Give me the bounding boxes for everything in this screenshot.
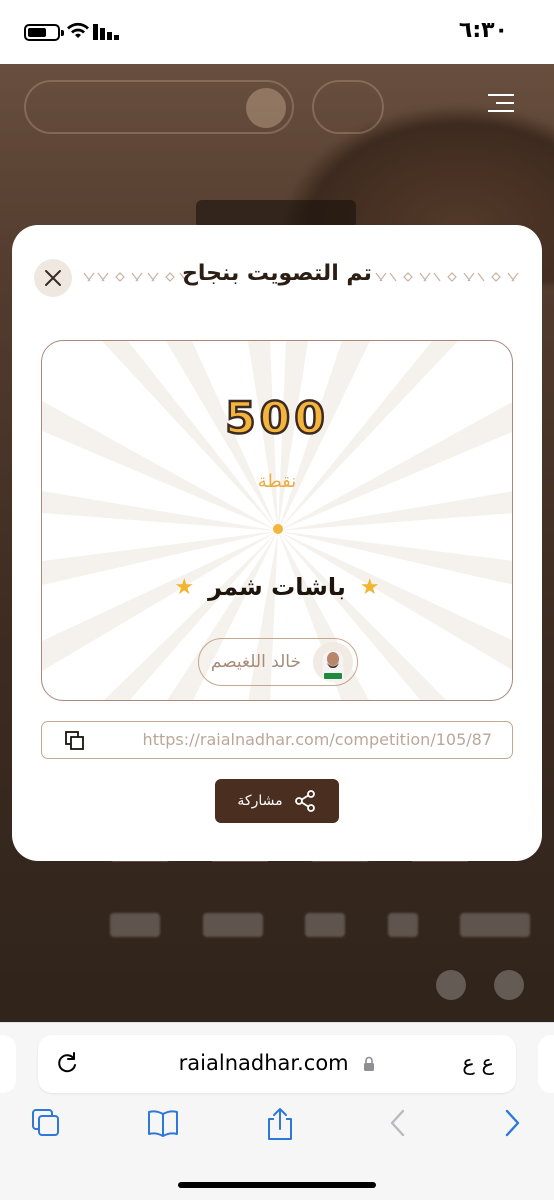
url-text: raialnadhar.com — [178, 1051, 349, 1075]
reader-options-button[interactable]: ع ع — [462, 1051, 494, 1075]
player-avatar-image — [313, 642, 353, 682]
forward-icon[interactable] — [502, 1107, 522, 1139]
browser-tools — [0, 1107, 554, 1147]
status-time: ٦:٣٠ — [458, 18, 508, 43]
share-icon — [294, 790, 315, 812]
ornament-right — [375, 272, 519, 282]
background-cart-button — [312, 80, 384, 134]
divider-dot — [273, 524, 283, 534]
star-icon: ★ — [174, 574, 195, 600]
hamburger-icon — [488, 94, 514, 118]
background-timer — [196, 200, 356, 228]
points-value: 500 — [224, 392, 329, 446]
lock-icon — [364, 1056, 375, 1071]
player-name: خالد اللغيصم — [210, 652, 301, 672]
browser-toolbar: raialnadhar.com ع ع — [0, 1022, 554, 1200]
vote-success-modal: تم التصويت بنجاح 500 نقطة ★ باشات شمر ★ … — [12, 225, 542, 861]
address-bar[interactable]: raialnadhar.com ع ع — [38, 1035, 516, 1093]
team-name: باشات شمر — [208, 573, 346, 601]
url-row: raialnadhar.com — [38, 1051, 516, 1075]
bookmarks-icon[interactable] — [146, 1107, 180, 1139]
back-icon[interactable] — [388, 1107, 408, 1139]
wifi-icon — [67, 22, 89, 38]
result-card: 500 نقطة ★ باشات شمر ★ خالد اللغيصم — [41, 340, 513, 701]
next-tab-edge[interactable] — [538, 1035, 554, 1093]
star-icon: ★ — [359, 574, 380, 600]
status-bar: ٦:٣٠ — [0, 0, 554, 64]
competition-link-field[interactable]: https://raialnadhar.com/competition/105/… — [41, 721, 513, 759]
points-label: نقطة — [257, 471, 297, 492]
signal-icon — [93, 24, 119, 40]
player-chip: خالد اللغيصم — [198, 638, 358, 686]
share-label: مشاركة — [237, 793, 283, 809]
competition-link: https://raialnadhar.com/competition/105/… — [142, 730, 492, 749]
copy-icon[interactable] — [64, 730, 86, 752]
team-row: ★ باشات شمر ★ — [42, 573, 512, 601]
share-button[interactable]: مشاركة — [215, 779, 339, 823]
player-avatar — [313, 642, 353, 682]
battery-icon — [24, 24, 64, 41]
share-sheet-icon[interactable] — [265, 1107, 295, 1141]
tabs-icon[interactable] — [30, 1107, 62, 1139]
previous-tab-edge[interactable] — [0, 1035, 16, 1093]
home-indicator — [178, 1182, 376, 1188]
background-avatar — [246, 88, 286, 128]
